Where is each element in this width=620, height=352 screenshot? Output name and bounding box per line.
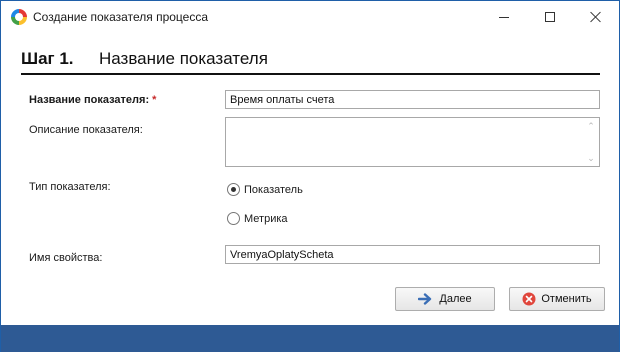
next-button-label: Далее <box>439 293 472 305</box>
minimize-icon <box>499 16 509 18</box>
minimize-button[interactable] <box>481 1 527 33</box>
step-title: Название показателя <box>99 49 268 68</box>
name-label-text: Название показателя: <box>29 94 150 106</box>
window-title: Создание показателя процесса <box>33 10 208 24</box>
step-number: Шаг 1. <box>21 49 74 68</box>
radio-metric-label[interactable]: Метрика <box>244 213 288 225</box>
app-logo-icon <box>11 9 27 25</box>
property-label: Имя свойства: <box>29 252 103 264</box>
close-icon <box>590 11 602 23</box>
required-mark: * <box>152 94 157 106</box>
cancel-icon <box>522 292 536 306</box>
property-input[interactable] <box>225 245 600 264</box>
description-scrollbar[interactable]: ⌃ ⌄ <box>583 118 599 166</box>
footer-bar <box>1 325 619 352</box>
radio-metric-unchecked-icon[interactable] <box>227 212 240 225</box>
name-label: Название показателя: * <box>29 94 156 106</box>
next-button[interactable]: Далее <box>395 287 495 311</box>
type-label: Тип показателя: <box>29 181 111 193</box>
scroll-up-icon[interactable]: ⌃ <box>587 122 595 131</box>
description-field[interactable]: ⌃ ⌄ <box>225 117 600 167</box>
title-bar[interactable]: Создание показателя процесса <box>1 1 619 33</box>
dialog-window: Создание показателя процесса Шаг 1. Назв… <box>0 0 620 352</box>
description-label: Описание показателя: <box>29 124 143 136</box>
radio-indicator-label[interactable]: Показатель <box>244 184 303 196</box>
description-textarea[interactable] <box>226 118 583 166</box>
step-header: Шаг 1. Название показателя <box>21 49 268 73</box>
close-button[interactable] <box>573 1 619 33</box>
radio-indicator[interactable]: Показатель <box>227 183 303 196</box>
arrow-right-icon <box>418 293 434 305</box>
cancel-button[interactable]: Отменить <box>509 287 605 311</box>
scroll-down-icon[interactable]: ⌄ <box>587 154 595 163</box>
maximize-button[interactable] <box>527 1 573 33</box>
step-divider <box>21 73 600 75</box>
radio-indicator-checked-icon[interactable] <box>227 183 240 196</box>
cancel-button-label: Отменить <box>541 293 592 305</box>
maximize-icon <box>545 12 555 22</box>
radio-metric[interactable]: Метрика <box>227 212 288 225</box>
name-input[interactable] <box>225 90 600 109</box>
